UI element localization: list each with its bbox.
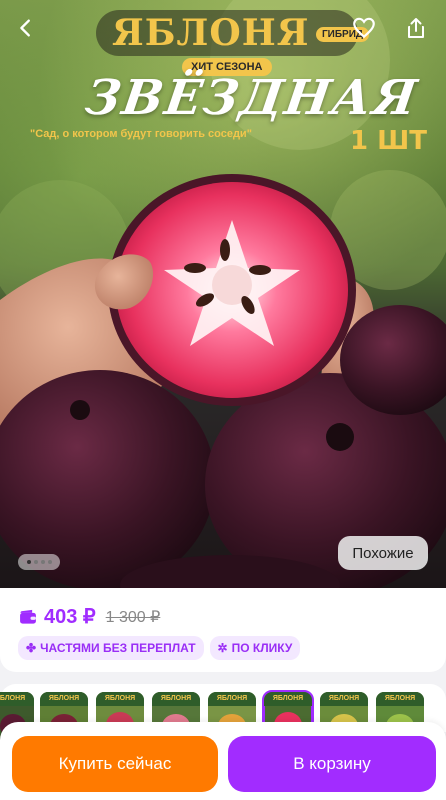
thumbnail-label: ЯБЛОНЯ bbox=[264, 692, 312, 706]
thumbnail-label: ЯБЛОНЯ bbox=[152, 692, 200, 706]
pagination-dot bbox=[33, 560, 38, 564]
similar-button[interactable]: Похожие bbox=[338, 536, 428, 570]
thumbnail-label: ЯБЛОНЯ bbox=[40, 692, 88, 706]
click-icon: ✲ bbox=[217, 641, 228, 655]
buy-now-button[interactable]: Купить сейчас bbox=[12, 736, 218, 792]
banner-title: ЯБЛОНЯ bbox=[112, 12, 310, 54]
pagination-dot bbox=[26, 560, 31, 564]
product-image-gallery[interactable]: ЯБЛОНЯ ГИБРИД ХИТ СЕЗОНА ЗВЁЗДНАЯ "Сад, … bbox=[0, 0, 446, 588]
chevron-left-icon bbox=[20, 19, 30, 37]
pagination-dot bbox=[47, 560, 52, 564]
back-button[interactable] bbox=[8, 10, 44, 46]
thumbnail-label: ЯБЛОНЯ bbox=[0, 692, 34, 706]
price-card: 403 ₽ 1 300 ₽ ✤ ЧАСТЯМИ БЕЗ ПЕРЕПЛАТ ✲ П… bbox=[0, 588, 446, 672]
thumbnail-label: ЯБЛОНЯ bbox=[376, 692, 424, 706]
share-button[interactable] bbox=[398, 10, 434, 46]
variety-name: ЗВЁЗДНАЯ bbox=[82, 70, 422, 126]
thumbnail-label: ЯБЛОНЯ bbox=[208, 692, 256, 706]
chip-label: ЧАСТЯМИ БЕЗ ПЕРЕПЛАТ bbox=[40, 641, 196, 655]
thumbnail-label: ЯБЛОНЯ bbox=[96, 692, 144, 706]
old-price: 1 300 ₽ bbox=[105, 608, 161, 626]
price-row: 403 ₽ 1 300 ₽ bbox=[18, 604, 160, 629]
heart-icon bbox=[353, 17, 375, 39]
installments-chip[interactable]: ✤ ЧАСТЯМИ БЕЗ ПЕРЕПЛАТ bbox=[18, 636, 204, 660]
action-bar: Купить сейчас В корзину bbox=[0, 722, 446, 800]
by-click-chip[interactable]: ✲ ПО КЛИКУ bbox=[209, 636, 301, 660]
current-price: 403 ₽ bbox=[44, 606, 96, 628]
pagination-dot bbox=[40, 560, 45, 564]
thumbnail-label: ЯБЛОНЯ bbox=[320, 692, 368, 706]
favorite-button[interactable] bbox=[346, 10, 382, 46]
share-icon bbox=[408, 18, 424, 38]
gallery-pagination bbox=[18, 554, 60, 570]
split-icon: ✤ bbox=[26, 641, 37, 655]
wallet-icon bbox=[20, 609, 36, 624]
slogan: "Сад, о котором будут говорить соседи" bbox=[30, 128, 252, 140]
add-to-cart-button[interactable]: В корзину bbox=[228, 736, 436, 792]
chip-label: ПО КЛИКУ bbox=[231, 641, 293, 655]
quantity-label: 1 ШТ bbox=[350, 126, 427, 156]
payment-chips: ✤ ЧАСТЯМИ БЕЗ ПЕРЕПЛАТ ✲ ПО КЛИКУ bbox=[18, 636, 301, 660]
